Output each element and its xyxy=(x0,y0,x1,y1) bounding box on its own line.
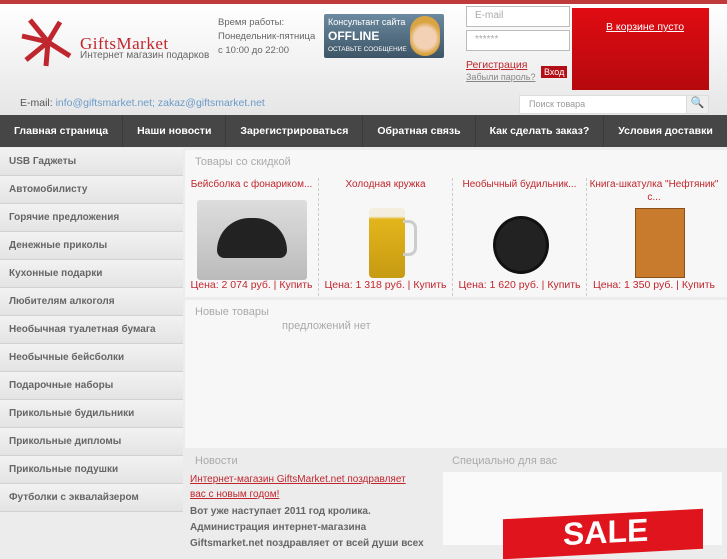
sidebar-item[interactable]: Денежные приколы xyxy=(0,232,183,260)
hours-line: Понедельник-пятница xyxy=(218,31,316,42)
forgot-password-link[interactable]: Забыли пароль? xyxy=(466,72,535,82)
section-title: Специально для вас xyxy=(452,455,558,467)
cart-panel: В корзине пусто xyxy=(572,8,709,90)
consultant-banner[interactable]: Консультант сайта OFFLINE ОСТАВЬТЕ СООБЩ… xyxy=(324,14,444,58)
product-image-mug[interactable] xyxy=(331,200,441,280)
consultant-status: OFFLINE xyxy=(328,29,380,43)
special-banner[interactable]: SALE xyxy=(443,472,722,559)
sidebar-item[interactable]: Прикольные будильники xyxy=(0,400,183,428)
nav-home[interactable]: Главная страница xyxy=(0,115,124,147)
search-box[interactable]: Поиск товара 🔍 xyxy=(519,95,709,114)
sidebar-item[interactable]: Подарочные наборы xyxy=(0,372,183,400)
sidebar-item[interactable]: USB Гаджеты xyxy=(0,148,183,176)
tagline: Интернет магазин подарков xyxy=(80,50,210,61)
header: GiftsMarket Интернет магазин подарков Вр… xyxy=(0,4,727,115)
sidebar-item[interactable]: Горячие предложения xyxy=(0,204,183,232)
product-price[interactable]: Цена: 2 074 руб. | Купить xyxy=(185,279,318,291)
sidebar-item[interactable]: Прикольные дипломы xyxy=(0,428,183,456)
sidebar-item[interactable]: Необычная туалетная бумага xyxy=(0,316,183,344)
nav-register[interactable]: Зарегистрироваться xyxy=(226,115,364,147)
sale-text: SALE xyxy=(503,508,703,559)
search-input[interactable]: Поиск товара xyxy=(529,99,585,109)
sidebar-item[interactable]: Прикольные подушки xyxy=(0,456,183,484)
cart-link[interactable]: В корзине пусто xyxy=(606,21,684,33)
leave-message: ОСТАВЬТЕ СООБЩЕНИЕ xyxy=(328,46,407,53)
new-products-section: Новые товары предложений нет xyxy=(185,300,727,448)
product-card: Холодная кружка Цена: 1 318 руб. | Купит… xyxy=(319,178,453,296)
product-image-book[interactable] xyxy=(599,200,709,280)
register-link[interactable]: Регистрация xyxy=(466,59,527,71)
product-image-clock[interactable] xyxy=(465,200,575,280)
product-price[interactable]: Цена: 1 620 руб. | Купить xyxy=(453,279,586,291)
consultant-label: Консультант сайта xyxy=(328,17,406,27)
search-icon[interactable]: 🔍 xyxy=(686,96,708,113)
nav-delivery[interactable]: Условия доставки xyxy=(604,115,727,147)
nav-how-to-order[interactable]: Как сделать заказ? xyxy=(476,115,605,147)
product-title[interactable]: Необычный будильник... xyxy=(453,178,586,191)
product-image-cap[interactable] xyxy=(197,200,307,280)
section-title: Товары со скидкой xyxy=(195,156,291,168)
sidebar-item[interactable]: Кухонные подарки xyxy=(0,260,183,288)
email-label: E-mail: xyxy=(20,97,53,109)
hours-line: с 10:00 до 22:00 xyxy=(218,45,290,56)
sidebar: USB Гаджеты Автомобилисту Горячие предло… xyxy=(0,148,183,512)
product-price[interactable]: Цена: 1 350 руб. | Купить xyxy=(587,279,721,291)
consultant-avatar xyxy=(410,16,440,56)
discount-section: Товары со скидкой Бейсболка с фонариком.… xyxy=(185,150,727,297)
section-title: Новые товары xyxy=(195,306,269,318)
contact-email: E-mail: info@giftsmarket.net; zakaz@gift… xyxy=(20,97,265,109)
sidebar-item[interactable]: Автомобилисту xyxy=(0,176,183,204)
sidebar-item[interactable]: Необычные бейсболки xyxy=(0,344,183,372)
news-headline-link[interactable]: Интернет-магазин GiftsMarket.net поздрав… xyxy=(190,472,420,502)
news-section: Новости Интернет-магазин GiftsMarket.net… xyxy=(180,450,440,549)
sidebar-item[interactable]: Любителям алкоголя xyxy=(0,288,183,316)
product-card: Книга-шкатулка "Нефтяник" с... Цена: 1 3… xyxy=(587,178,721,296)
product-card: Бейсболка с фонариком... Цена: 2 074 руб… xyxy=(185,178,319,296)
nav-feedback[interactable]: Обратная связь xyxy=(363,115,476,147)
working-hours: Время работы: Понедельник-пятница с 10:0… xyxy=(218,16,315,58)
product-card: Необычный будильник... Цена: 1 620 руб. … xyxy=(453,178,587,296)
product-title[interactable]: Холодная кружка xyxy=(319,178,452,191)
email-links[interactable]: info@giftsmarket.net; zakaz@giftsmarket.… xyxy=(56,97,265,109)
logo-icon[interactable] xyxy=(18,16,78,68)
login-button[interactable]: Вход xyxy=(541,66,568,78)
product-title[interactable]: Бейсболка с фонариком... xyxy=(185,178,318,191)
nav-news[interactable]: Наши новости xyxy=(123,115,227,147)
section-title: Новости xyxy=(195,455,238,467)
sidebar-item[interactable]: Футболки с эквалайзером xyxy=(0,484,183,512)
email-input[interactable]: E-mail xyxy=(466,6,570,27)
main-nav: Главная страница Наши новости Зарегистри… xyxy=(0,115,727,147)
password-input[interactable]: ****** xyxy=(466,30,570,51)
hours-line: Время работы: xyxy=(218,17,285,28)
product-price[interactable]: Цена: 1 318 руб. | Купить xyxy=(319,279,452,291)
empty-message: предложений нет xyxy=(282,320,371,332)
